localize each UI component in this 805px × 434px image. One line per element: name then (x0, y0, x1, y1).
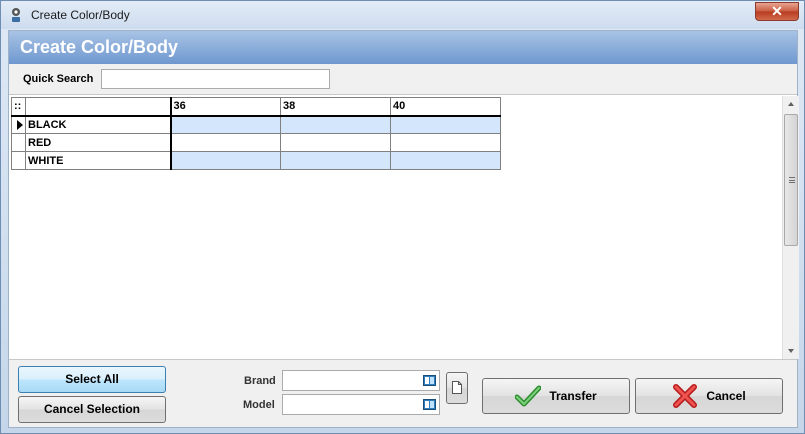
grid-area: :: 36 38 40 BLACK RED WHITE (9, 96, 799, 359)
grid-corner[interactable]: :: (11, 97, 26, 117)
row-label[interactable]: WHITE (25, 151, 172, 170)
grip-icon (789, 177, 795, 183)
grid-cell[interactable] (280, 133, 391, 152)
dialog-client: Create Color/Body Quick Search :: 36 38 … (8, 30, 799, 428)
title-bar: Create Color/Body ✕ (1, 1, 804, 29)
grid-cell[interactable] (390, 133, 501, 152)
scroll-thumb[interactable] (784, 114, 798, 246)
cancel-button[interactable]: Cancel (635, 378, 783, 414)
row-indicator[interactable] (11, 151, 26, 170)
header-band: Create Color/Body (9, 31, 797, 64)
model-field[interactable] (282, 394, 440, 415)
lookup-icon[interactable] (423, 374, 436, 387)
column-header[interactable]: 38 (280, 97, 391, 117)
close-button[interactable]: ✕ (755, 2, 799, 21)
row-header-column (25, 97, 172, 117)
transfer-label: Transfer (549, 389, 597, 403)
window-title: Create Color/Body (31, 8, 130, 22)
grid-cell[interactable] (280, 115, 391, 134)
bottom-panel: Select All Cancel Selection Brand Model (9, 359, 797, 427)
column-header[interactable]: 36 (170, 97, 281, 117)
grid-cell[interactable] (170, 115, 281, 134)
close-icon: ✕ (771, 3, 783, 19)
lookup-icon[interactable] (423, 398, 436, 411)
row-indicator[interactable] (11, 115, 26, 134)
transfer-button-content: Transfer (483, 379, 629, 413)
select-all-button[interactable]: Select All (18, 366, 166, 393)
cancel-button-content: Cancel (636, 379, 782, 413)
grid-header-row: :: 36 38 40 (11, 97, 501, 117)
scroll-up-button[interactable] (783, 96, 799, 112)
cancel-label: Cancel (706, 389, 746, 403)
grid-cell[interactable] (170, 133, 281, 152)
quick-search-label: Quick Search (23, 73, 94, 85)
checkmark-icon (515, 385, 542, 407)
column-header[interactable]: 40 (390, 97, 501, 117)
brand-field[interactable] (282, 370, 440, 391)
cancel-selection-button[interactable]: Cancel Selection (18, 396, 166, 423)
vertical-scrollbar[interactable] (782, 96, 799, 359)
dialog-window: Create Color/Body ✕ Create Color/Body Qu… (0, 0, 805, 434)
table-row[interactable]: BLACK (11, 115, 501, 134)
grid-cell[interactable] (390, 151, 501, 170)
grid-cell[interactable] (390, 115, 501, 134)
arrow-down-icon (788, 349, 794, 353)
row-pointer-icon (17, 119, 23, 130)
arrow-up-icon (788, 102, 794, 106)
document-icon (452, 381, 462, 394)
app-icon (12, 8, 20, 22)
table-row[interactable]: RED (11, 133, 501, 152)
color-size-grid: :: 36 38 40 BLACK RED WHITE (11, 97, 501, 170)
brand-label: Brand (244, 375, 276, 387)
row-indicator[interactable] (11, 133, 26, 152)
transfer-button[interactable]: Transfer (482, 378, 630, 414)
search-row: Quick Search (9, 64, 797, 95)
row-label[interactable]: BLACK (25, 115, 172, 134)
grid-cell[interactable] (280, 151, 391, 170)
model-label: Model (243, 399, 275, 411)
row-label[interactable]: RED (25, 133, 172, 152)
page-title: Create Color/Body (20, 37, 179, 57)
scroll-down-button[interactable] (783, 343, 799, 359)
quick-search-input[interactable] (101, 69, 330, 89)
red-x-icon (673, 384, 698, 408)
table-row[interactable]: WHITE (11, 151, 501, 170)
grid-cell[interactable] (170, 151, 281, 170)
new-document-button[interactable] (446, 372, 468, 404)
